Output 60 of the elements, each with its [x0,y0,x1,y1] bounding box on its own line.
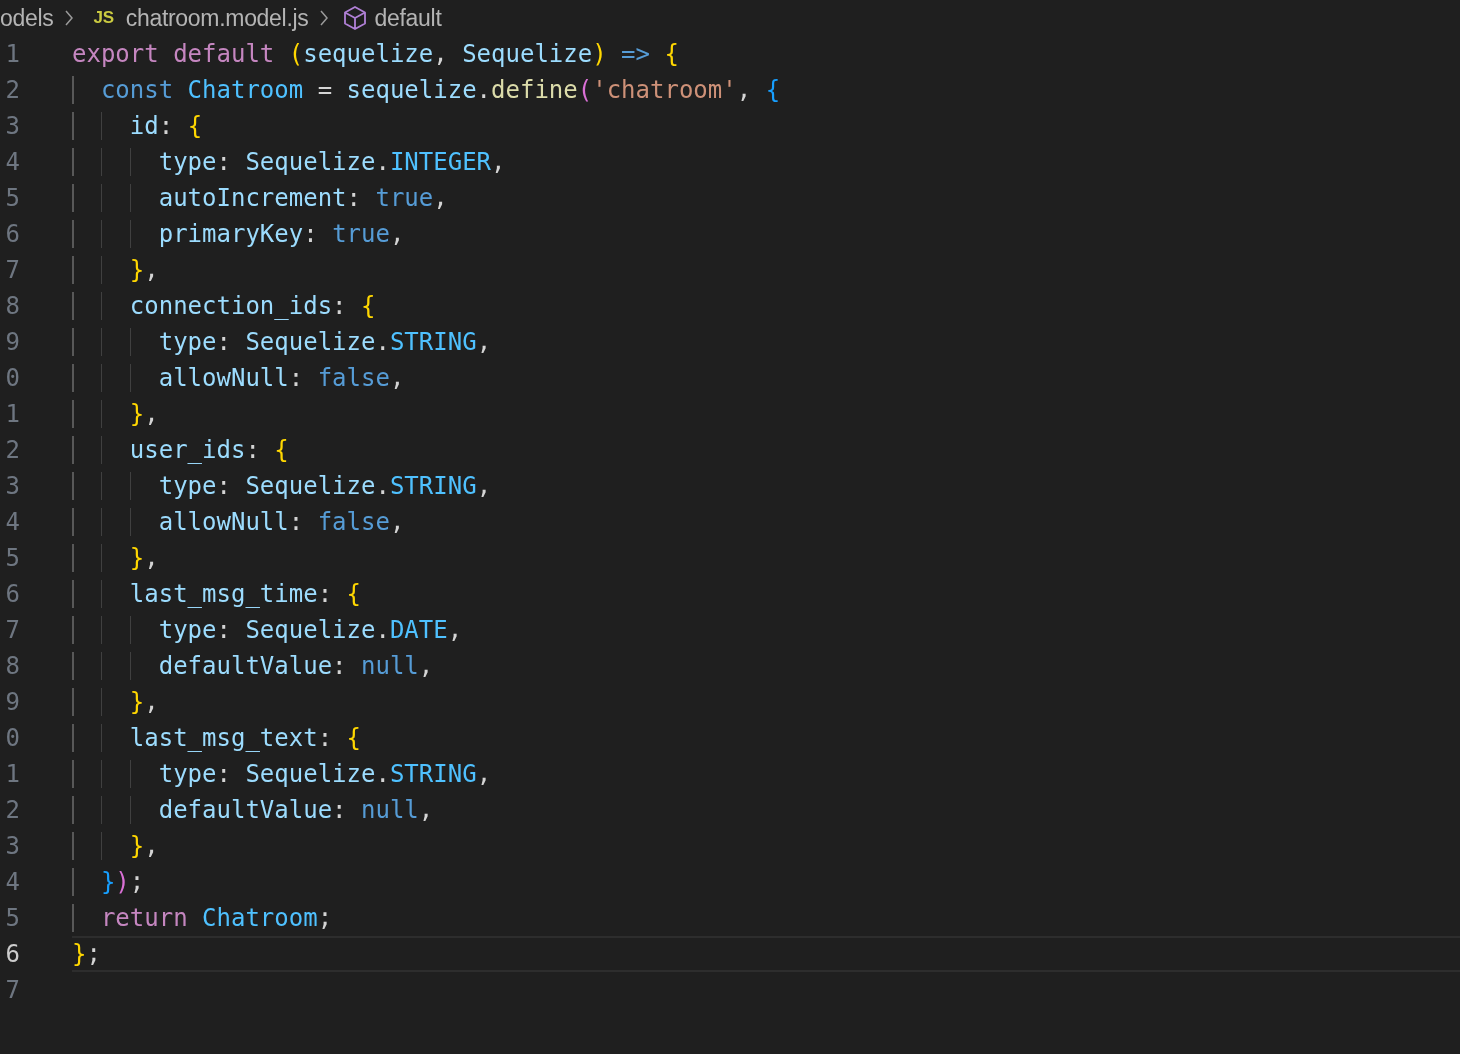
code-line: type: Sequelize.DATE, [72,616,463,644]
chevron-icon [318,9,329,27]
line-number: 2 [4,76,20,104]
line-number: 4 [4,508,20,536]
code-line: last_msg_time: { [72,580,361,608]
code-line: type: Sequelize.STRING, [72,472,492,500]
line-number: 5 [4,184,20,212]
code-line: export default (sequelize, Sequelize) => { [72,40,679,68]
code-line: defaultValue: null, [72,652,434,680]
line-number: 4 [4,868,20,896]
line-number: 4 [4,148,20,176]
code-line: }, [72,544,159,572]
code-line: user_ids: { [72,436,289,464]
code-line: type: Sequelize.STRING, [72,328,492,356]
line-number: 2 [4,436,20,464]
line-number: 3 [4,112,20,140]
breadcrumb-item[interactable]: default [374,4,442,32]
line-number: 7 [4,976,20,1004]
code-line: }, [72,832,159,860]
code-line: }); [72,868,145,896]
line-number: 5 [4,904,20,932]
line-number: 2 [4,796,20,824]
code-line: type: Sequelize.INTEGER, [72,148,506,176]
code-line: last_msg_text: { [72,724,361,752]
code-line: return Chatroom; [72,904,333,932]
code-line: id: { [72,112,203,140]
code-line: type: Sequelize.STRING, [72,760,492,788]
code-line: allowNull: false, [72,364,405,392]
line-number: 8 [4,652,20,680]
code-line: const Chatroom = sequelize.define('chatroom', { [72,76,781,104]
code-line: }, [72,688,159,716]
cube-icon [342,5,367,31]
line-number: 8 [4,292,20,320]
code-line: }, [72,256,159,284]
line-number: 3 [4,832,20,860]
code-line: autoIncrement: true, [72,184,448,212]
line-number: 6 [4,220,20,248]
code-line: defaultValue: null, [72,796,434,824]
line-number: 0 [4,364,20,392]
line-number: 1 [4,40,20,68]
line-number: 6 [4,580,20,608]
line-number: 0 [4,724,20,752]
line-number: 5 [4,544,20,572]
line-number: 9 [4,328,20,356]
code-line: primaryKey: true, [72,220,405,248]
line-number: 7 [4,616,20,644]
line-number: 1 [4,400,20,428]
line-number: 3 [4,472,20,500]
line-number: 1 [4,760,20,788]
line-number: 6 [4,940,20,968]
code-line: }, [72,400,159,428]
file-type-label: JS [93,8,114,28]
breadcrumb-item[interactable]: chatroom.model.js [125,4,309,32]
line-number: 9 [4,688,20,716]
code-line: }; [72,940,101,968]
code-line: allowNull: false, [72,508,405,536]
breadcrumb-item[interactable]: odels [0,4,54,32]
chevron-icon [63,9,74,27]
code-line: connection_ids: { [72,292,376,320]
line-number: 7 [4,256,20,284]
